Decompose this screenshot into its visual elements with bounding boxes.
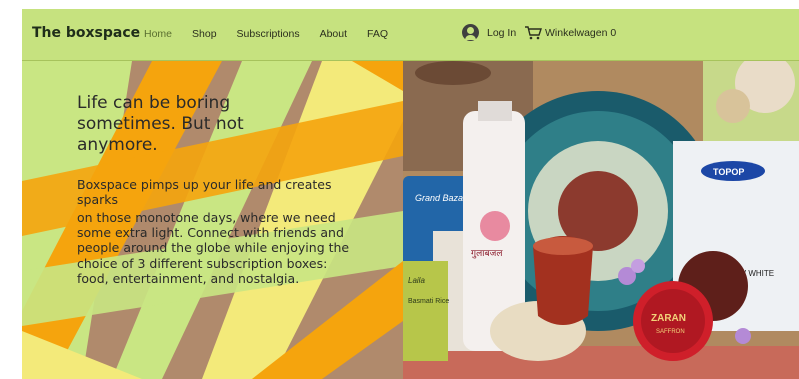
hero-body-text: on those monotone days, where we need so…	[77, 210, 350, 286]
hero-text-panel: Life can be boring sometimes. But not an…	[22, 61, 403, 379]
noodle-brand: TOPOP	[713, 167, 744, 177]
cart-button[interactable]: Winkelwagen 0	[524, 25, 616, 40]
tin-brand: ZARAN	[651, 313, 686, 324]
nav-faq[interactable]: FAQ	[367, 28, 388, 40]
login-button[interactable]: Log In	[462, 24, 516, 41]
brand-logo[interactable]: The boxspace	[32, 25, 140, 41]
main-nav: Home Shop Subscriptions About FAQ	[144, 28, 408, 40]
bag-small-label: Laila	[408, 276, 425, 285]
hero-subtitle: Boxspace pimps up your life and creates …	[77, 177, 332, 207]
hero-title: Life can be boring sometimes. But not an…	[77, 93, 244, 155]
cart-label: Winkelwagen 0	[545, 26, 617, 39]
tin-sub: SAFFRON	[656, 329, 685, 335]
hero-product-collage-image: Grand Bazaar Laila Basmati Rice गुलाबजल …	[403, 61, 799, 379]
login-label: Log In	[487, 26, 517, 39]
nav-subscriptions[interactable]: Subscriptions	[237, 28, 300, 40]
shopping-cart-icon	[525, 26, 542, 40]
nav-about[interactable]: About	[320, 28, 347, 40]
top-navigation-bar: The boxspace Home Shop Subscriptions Abo…	[22, 9, 799, 61]
user-avatar-icon	[462, 24, 479, 41]
product-collage: Grand Bazaar Laila Basmati Rice गुलाबजल …	[403, 61, 799, 379]
bottle-label: गुलाबजल	[471, 248, 503, 259]
nav-shop[interactable]: Shop	[192, 28, 217, 40]
bag-small-sub: Basmati Rice	[408, 298, 449, 305]
nav-home[interactable]: Home	[144, 28, 172, 40]
page-frame: The boxspace Home Shop Subscriptions Abo…	[22, 9, 799, 379]
